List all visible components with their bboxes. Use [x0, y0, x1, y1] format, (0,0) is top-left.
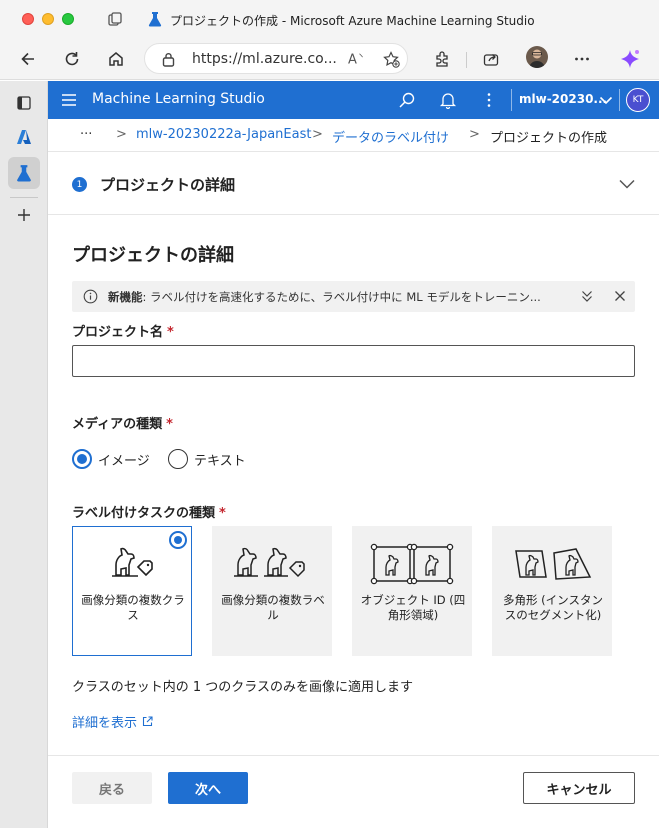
section-title: プロジェクトの詳細: [72, 245, 234, 266]
tab-actions-icon[interactable]: [107, 11, 123, 27]
azure-ml-favicon-icon: [148, 12, 162, 27]
back-icon[interactable]: [16, 47, 40, 71]
chevron-down-icon[interactable]: [599, 94, 613, 106]
task-card-polygon[interactable]: 多角形 (インスタンスのセグメント化): [492, 526, 612, 656]
project-name-label-text: プロジェクト名: [72, 325, 164, 340]
learn-more-link[interactable]: 詳細を表示: [72, 712, 153, 731]
polygon-segment-icon: [493, 543, 611, 585]
expand-icon[interactable]: [580, 289, 594, 303]
banner-text: 新機能: ラベル付けを高速化するために、ラベル付け中に ML モデルをトレーニン…: [108, 289, 558, 305]
media-type-label-text: メディアの種類: [72, 417, 163, 432]
address-bar[interactable]: https://ml.azure.co... Aヽ: [144, 43, 408, 74]
extensions-icon[interactable]: [430, 47, 454, 71]
back-button[interactable]: 戻る: [72, 772, 152, 804]
breadcrumb: ··· > mlw-20230222a-JapanEast > データのラベル付…: [48, 119, 659, 151]
required-mark: *: [219, 506, 226, 521]
workspace-selector[interactable]: mlw-20230...: [519, 92, 607, 106]
project-name-input[interactable]: [72, 345, 635, 377]
media-radio-text[interactable]: テキスト: [168, 448, 246, 470]
zoom-window-button[interactable]: [62, 13, 74, 25]
header-divider: [511, 89, 512, 111]
task-card-multilabel[interactable]: 画像分類の複数ラベル: [212, 526, 332, 656]
external-link-icon: [142, 716, 153, 727]
task-card-object-detection-label: オブジェクト ID (四角形領域): [360, 593, 466, 622]
required-mark: *: [167, 325, 174, 340]
learn-more-text[interactable]: 詳細を表示: [72, 712, 137, 731]
task-card-object-detection[interactable]: オブジェクト ID (四角形領域): [352, 526, 472, 656]
chevron-down-icon[interactable]: [618, 177, 636, 191]
search-icon[interactable]: [397, 90, 417, 110]
project-name-label: プロジェクト名 *: [72, 321, 174, 340]
breadcrumb-data-labeling[interactable]: データのラベル付け: [332, 127, 449, 146]
azure-ml-tab-icon[interactable]: [8, 157, 40, 189]
banner-message: : ラベル付けを高速化するために、ラベル付け中に ML モデルをトレーニン...: [142, 290, 541, 304]
main-panel: 1 プロジェクトの詳細 プロジェクトの詳細 新機能: ラベル付けを高速化するため…: [48, 151, 659, 828]
lock-icon: [162, 53, 175, 67]
app-header: Machine Learning Studio mlw-20230... KT: [48, 81, 659, 119]
media-radio-image[interactable]: イメージ: [72, 448, 150, 470]
dogs-tag-icon: [213, 543, 331, 585]
media-type-label: メディアの種類 *: [72, 413, 173, 432]
step-title: プロジェクトの詳細: [100, 176, 236, 194]
required-mark: *: [166, 417, 173, 432]
footer-actions: 戻る 次へ キャンセル: [48, 755, 659, 828]
cancel-button[interactable]: キャンセル: [523, 772, 635, 804]
add-icon[interactable]: [8, 199, 40, 231]
browser-toolbar: https://ml.azure.co... Aヽ: [0, 38, 659, 80]
task-description: クラスのセット内の 1 つのクラスのみを画像に適用します: [72, 680, 414, 695]
more-options-icon[interactable]: [479, 90, 499, 110]
header-divider-2: [619, 89, 620, 111]
azure-portal-icon[interactable]: [8, 121, 40, 153]
step-header[interactable]: 1 プロジェクトの詳細: [48, 151, 659, 215]
copilot-icon[interactable]: [618, 47, 642, 71]
dog-tag-icon: [73, 543, 191, 585]
profile-avatar[interactable]: [526, 46, 548, 68]
next-button[interactable]: 次へ: [168, 772, 248, 804]
sidebar-toggle-icon[interactable]: [8, 87, 40, 119]
breadcrumb-separator: >: [116, 127, 127, 142]
step-number-badge: 1: [72, 177, 87, 192]
notifications-icon[interactable]: [438, 90, 458, 110]
breadcrumb-overflow[interactable]: ···: [80, 127, 92, 142]
info-icon: [83, 289, 98, 304]
add-favorite-icon[interactable]: [383, 51, 400, 68]
radio-button[interactable]: [168, 449, 188, 469]
breadcrumb-workspace[interactable]: mlw-20230222a-JapanEast: [136, 127, 311, 142]
home-icon[interactable]: [104, 47, 128, 71]
task-card-multiclass-label: 画像分類の複数クラス: [81, 593, 185, 622]
task-type-label-text: ラベル付けタスクの種類: [72, 506, 216, 521]
refresh-icon[interactable]: [60, 47, 84, 71]
media-radio-image-label: イメージ: [98, 453, 150, 469]
banner-bold: 新機能: [108, 290, 143, 304]
app-title[interactable]: Machine Learning Studio: [92, 91, 265, 107]
url-text: https://ml.azure.co...: [192, 51, 337, 67]
close-window-button[interactable]: [22, 13, 34, 25]
share-icon[interactable]: [479, 47, 503, 71]
sidebar-divider: [10, 197, 38, 198]
info-banner: 新機能: ラベル付けを高速化するために、ラベル付け中に ML モデルをトレーニン…: [72, 281, 635, 312]
breadcrumb-separator: >: [312, 127, 323, 142]
window-title: プロジェクトの作成 - Microsoft Azure Machine Lear…: [170, 14, 535, 28]
breadcrumb-current: プロジェクトの作成: [490, 131, 608, 146]
task-card-multilabel-label: 画像分類の複数ラベル: [221, 593, 325, 622]
close-icon[interactable]: [613, 289, 627, 303]
bounding-box-icon: [353, 543, 471, 585]
menu-icon[interactable]: [60, 91, 78, 109]
task-type-label: ラベル付けタスクの種類 *: [72, 502, 226, 521]
radio-button-checked[interactable]: [72, 449, 92, 469]
browser-sidebar: [0, 81, 48, 828]
window-titlebar: プロジェクトの作成 - Microsoft Azure Machine Lear…: [0, 0, 659, 38]
minimize-window-button[interactable]: [42, 13, 54, 25]
media-radio-text-label: テキスト: [194, 453, 246, 469]
breadcrumb-separator: >: [469, 127, 480, 142]
task-card-multiclass[interactable]: 画像分類の複数クラス: [72, 526, 192, 656]
toolbar-divider: [466, 52, 467, 68]
user-avatar[interactable]: KT: [626, 88, 650, 112]
task-card-polygon-label: 多角形 (インスタンスのセグメント化): [503, 593, 603, 622]
read-aloud-icon[interactable]: Aヽ: [348, 50, 365, 67]
more-icon[interactable]: [570, 47, 594, 71]
